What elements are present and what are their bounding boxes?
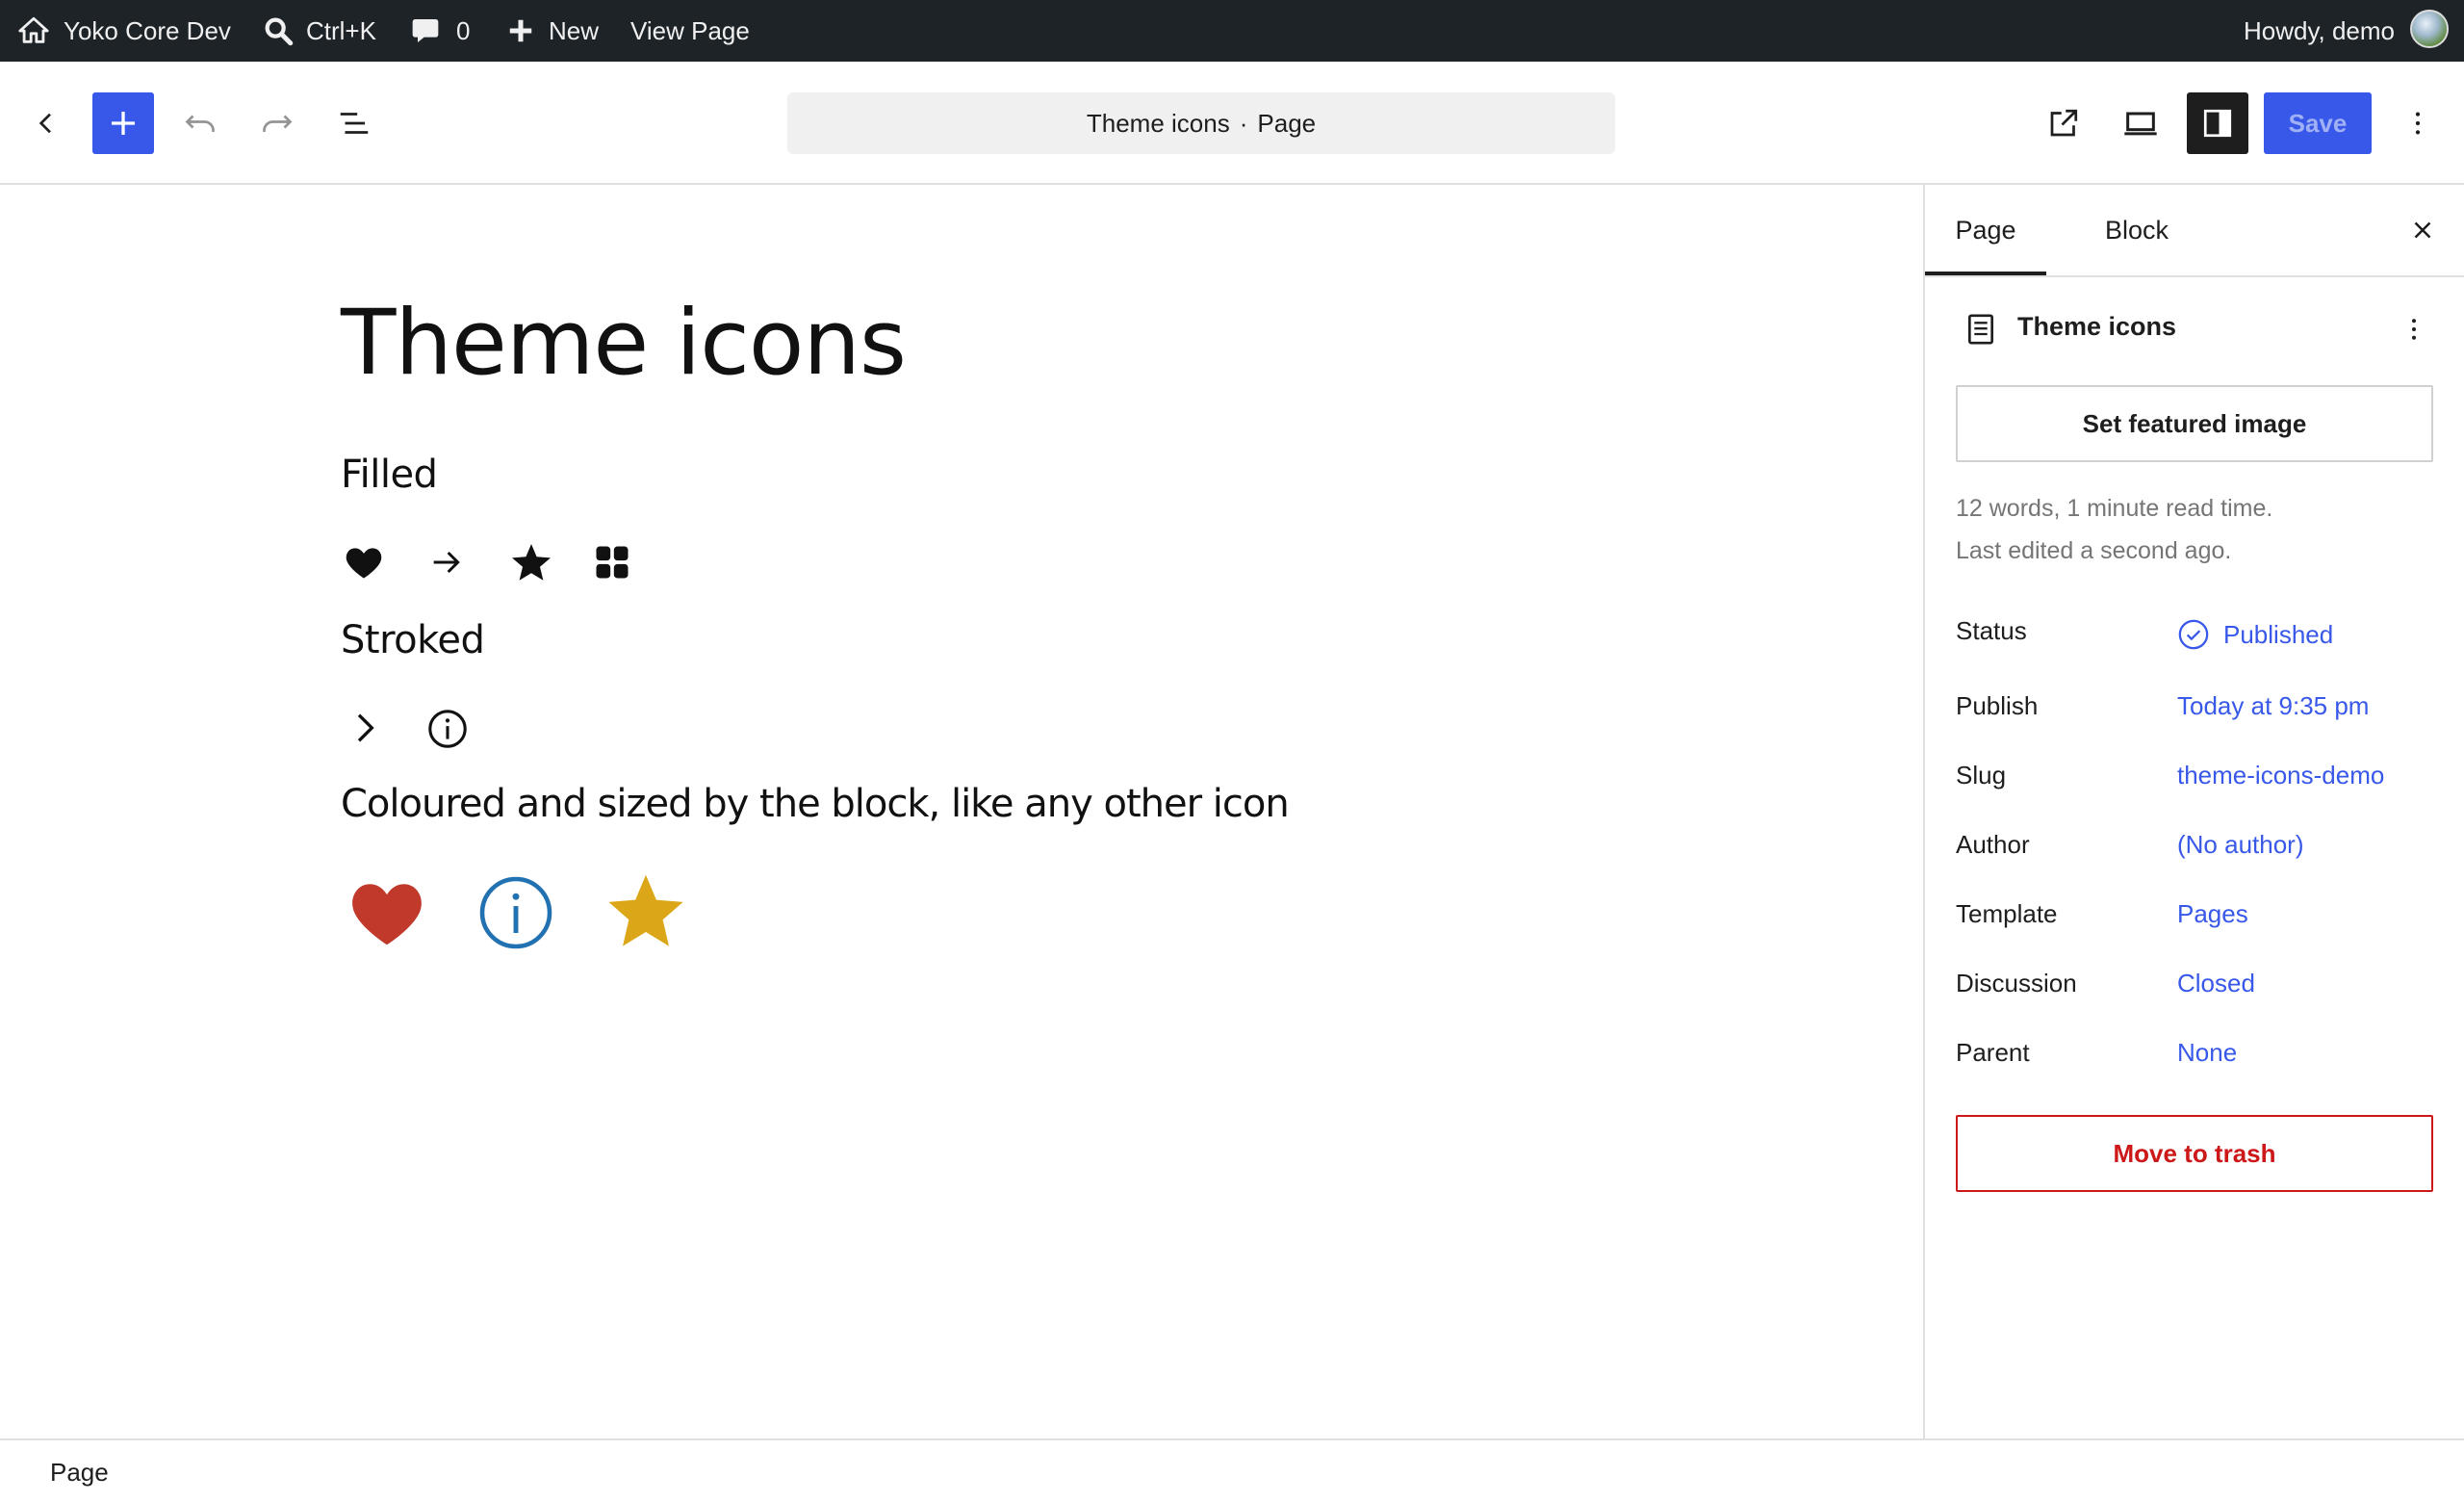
post-actions-button[interactable] [2391, 306, 2437, 352]
comments-link[interactable]: 0 [410, 0, 470, 62]
sidebar-icon [2200, 106, 2235, 141]
sidebar-tabs: Page Block [1925, 185, 2464, 277]
document-overview-button[interactable] [331, 100, 377, 146]
view-page-link[interactable]: View Page [630, 0, 750, 62]
set-featured-image-button[interactable]: Set featured image [1956, 385, 2433, 462]
sidebar-doc-title: Theme icons [2017, 312, 2177, 341]
tab-page[interactable]: Page [1925, 185, 2046, 275]
publish-date-link[interactable]: Today at 9:35 pm [2177, 691, 2369, 721]
template-label: Template [1956, 899, 2058, 928]
author-link[interactable]: (No author) [2177, 830, 2304, 860]
slug-label: Slug [1956, 761, 2007, 790]
status-label: Status [1956, 616, 2027, 645]
comment-icon [410, 15, 441, 46]
status-value[interactable]: Published [2177, 618, 2333, 651]
move-to-trash-button[interactable]: Move to trash [1956, 1115, 2433, 1192]
heading-filled[interactable]: Filled [341, 453, 438, 497]
avatar[interactable] [2410, 10, 2449, 48]
settings-toggle-button[interactable] [2187, 92, 2248, 154]
page-title[interactable]: Theme icons [341, 291, 907, 396]
close-icon [2408, 216, 2437, 245]
block-breadcrumb[interactable]: Page [50, 1458, 109, 1488]
view-page-label: View Page [630, 15, 750, 45]
close-sidebar-button[interactable] [2399, 206, 2447, 254]
command-palette-link[interactable]: Ctrl+K [262, 0, 376, 62]
editor-header: Theme icons · Page Save [0, 62, 2464, 185]
options-button[interactable] [2395, 100, 2441, 146]
discussion-label: Discussion [1956, 969, 2077, 997]
heart-icon[interactable] [343, 541, 385, 583]
chevron-right-icon[interactable] [345, 709, 383, 747]
plus-icon [506, 16, 535, 45]
back-button[interactable] [23, 100, 69, 146]
search-icon [262, 14, 295, 47]
undo-icon [183, 106, 218, 141]
word-count: 12 words, 1 minute read time. [1956, 495, 2273, 522]
redo-button[interactable] [254, 100, 300, 146]
more-vertical-icon [2400, 315, 2428, 344]
author-label: Author [1956, 830, 2030, 859]
heart-icon[interactable] [346, 872, 427, 953]
site-name: Yoko Core Dev [64, 15, 231, 45]
document-title: Theme icons [1086, 108, 1230, 138]
external-link-icon [2046, 106, 2081, 141]
info-icon[interactable] [425, 707, 470, 751]
active-tab-indicator [1925, 272, 2046, 275]
redo-icon [260, 106, 295, 141]
discussion-link[interactable]: Closed [2177, 969, 2255, 998]
parent-link[interactable]: None [2177, 1038, 2237, 1068]
info-icon[interactable] [475, 872, 556, 953]
template-link[interactable]: Pages [2177, 899, 2248, 929]
undo-button[interactable] [177, 100, 223, 146]
star-icon[interactable] [508, 539, 554, 585]
star-icon[interactable] [603, 868, 689, 955]
document-type: Page [1257, 108, 1317, 138]
list-view-icon [336, 105, 372, 142]
grid-icon[interactable] [591, 541, 633, 583]
block-inserter-button[interactable] [92, 92, 154, 154]
comments-count: 0 [456, 15, 471, 45]
title-separator: · [1239, 108, 1248, 138]
chevron-left-icon [31, 108, 62, 139]
view-page-button[interactable] [2040, 100, 2087, 146]
new-content-link[interactable]: New [506, 0, 599, 62]
document-bar[interactable]: Theme icons · Page [787, 92, 1615, 154]
tab-block[interactable]: Block [2079, 185, 2194, 275]
new-label: New [549, 15, 600, 45]
settings-sidebar: Page Block Theme icons Set featured imag… [1923, 185, 2464, 1438]
desktop-icon [2121, 104, 2160, 142]
arrow-right-icon[interactable] [427, 543, 466, 582]
admin-bar: Yoko Core Dev Ctrl+K 0 New View Page How… [0, 0, 2464, 62]
publish-label: Publish [1956, 691, 2039, 720]
preview-button[interactable] [2118, 100, 2164, 146]
parent-label: Parent [1956, 1038, 2030, 1067]
editor-canvas[interactable]: Theme icons Filled Stroked Coloured and … [0, 185, 1923, 1438]
account-menu[interactable]: Howdy, demo [2244, 0, 2395, 62]
more-vertical-icon [2402, 108, 2433, 139]
greeting: Howdy, demo [2243, 15, 2395, 45]
status-text: Published [2223, 619, 2334, 649]
editor-footer: Page [0, 1438, 2464, 1502]
plus-icon [106, 106, 141, 141]
site-name-link[interactable]: Yoko Core Dev [17, 0, 231, 62]
search-shortcut: Ctrl+K [306, 15, 376, 45]
published-check-icon [2177, 618, 2210, 651]
page-icon [1962, 310, 2000, 349]
slug-link[interactable]: theme-icons-demo [2177, 761, 2384, 790]
home-icon [17, 14, 50, 47]
heading-stroked[interactable]: Stroked [341, 618, 485, 662]
last-edited: Last edited a second ago. [1956, 537, 2232, 564]
save-button[interactable]: Save [2264, 92, 2372, 154]
heading-coloured[interactable]: Coloured and sized by the block, like an… [341, 782, 1290, 826]
